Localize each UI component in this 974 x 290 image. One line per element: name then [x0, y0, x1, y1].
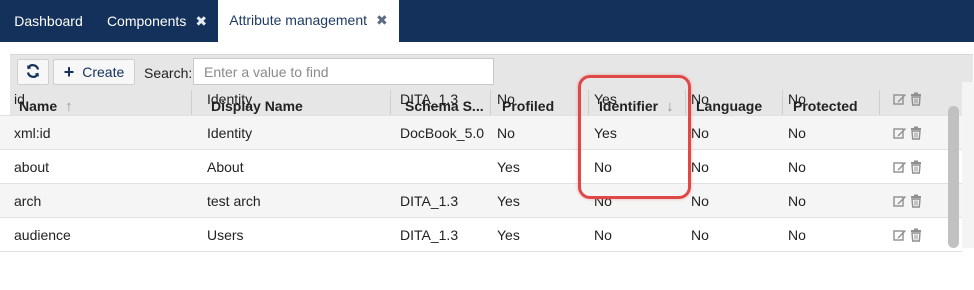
cell-name: about [14, 159, 50, 175]
trash-icon[interactable] [909, 92, 923, 106]
cell-identifier: No [594, 227, 612, 243]
cell-name: xml:id [14, 125, 51, 141]
cell-schema: DITA_1.3 [400, 227, 459, 243]
trash-icon[interactable] [909, 228, 923, 242]
edit-icon[interactable] [893, 160, 907, 174]
cell-profiled: No [497, 91, 515, 107]
edit-icon[interactable] [893, 228, 907, 242]
search-input[interactable] [193, 58, 494, 85]
row-actions [893, 184, 923, 218]
cell-schema: DITA_1.3 [400, 91, 459, 107]
close-icon[interactable]: ✖ [195, 13, 207, 30]
tab-components[interactable]: Components ✖ [97, 0, 217, 42]
cell-protected: No [788, 227, 806, 243]
cell-identifier: Yes [594, 125, 617, 141]
cell-protected: No [788, 193, 806, 209]
cell-protected: No [788, 125, 806, 141]
cell-language: No [691, 125, 709, 141]
cell-identifier: Yes [594, 91, 617, 107]
cell-language: No [691, 193, 709, 209]
cell-identifier: No [594, 193, 612, 209]
cell-schema: DocBook_5.0 [400, 125, 485, 141]
cell-display-name: Users [207, 227, 244, 243]
trash-icon[interactable] [909, 160, 923, 174]
row-actions [893, 82, 923, 116]
cell-language: No [691, 227, 709, 243]
cell-identifier: No [594, 159, 612, 175]
cell-profiled: Yes [497, 193, 520, 209]
row-actions [893, 116, 923, 150]
cell-profiled: No [497, 125, 515, 141]
edit-icon[interactable] [893, 92, 907, 106]
trash-icon[interactable] [909, 126, 923, 140]
row-actions [893, 150, 923, 184]
cell-display-name: Identity [207, 125, 253, 141]
trash-icon[interactable] [909, 194, 923, 208]
cell-name: id [14, 91, 25, 107]
create-label: Create [82, 64, 125, 80]
edit-icon[interactable] [893, 126, 907, 140]
tab-attribute-management[interactable]: Attribute management ✖ [218, 0, 399, 42]
cell-language: No [691, 91, 709, 107]
plus-icon: + [63, 62, 75, 82]
tab-dashboard[interactable]: Dashboard [0, 0, 97, 42]
search-label: Search: [144, 65, 193, 81]
table-row[interactable]: about About Yes No No No [0, 150, 962, 184]
table-row[interactable]: id Identity DITA_1.3 No Yes No No [0, 82, 962, 116]
scrollbar-thumb[interactable] [948, 106, 959, 248]
cell-name: audience [14, 227, 71, 243]
cell-language: No [691, 159, 709, 175]
cell-protected: No [788, 159, 806, 175]
cell-display-name: test arch [207, 193, 261, 209]
cell-protected: No [788, 91, 806, 107]
table-row[interactable]: xml:id Identity DocBook_5.0 No Yes No No [0, 116, 962, 150]
tab-label: Components [106, 13, 187, 29]
tab-label: Dashboard [14, 13, 83, 29]
cell-display-name: About [207, 159, 244, 175]
table-row[interactable]: arch test arch DITA_1.3 Yes No No No [0, 184, 962, 218]
refresh-icon [25, 63, 41, 82]
cell-schema: DITA_1.3 [400, 193, 459, 209]
cell-name: arch [14, 193, 42, 209]
cell-profiled: Yes [497, 159, 520, 175]
scrollbar-track[interactable] [962, 82, 974, 248]
close-icon[interactable]: ✖ [376, 12, 388, 29]
edit-icon[interactable] [893, 194, 907, 208]
tab-label: Attribute management [229, 12, 367, 28]
row-actions [893, 218, 923, 252]
tab-bar: Dashboard Components ✖ Attribute managem… [0, 0, 974, 42]
cell-profiled: Yes [497, 227, 520, 243]
table-row[interactable]: audience Users DITA_1.3 Yes No No No [0, 218, 962, 252]
cell-display-name: Identity [207, 91, 253, 107]
